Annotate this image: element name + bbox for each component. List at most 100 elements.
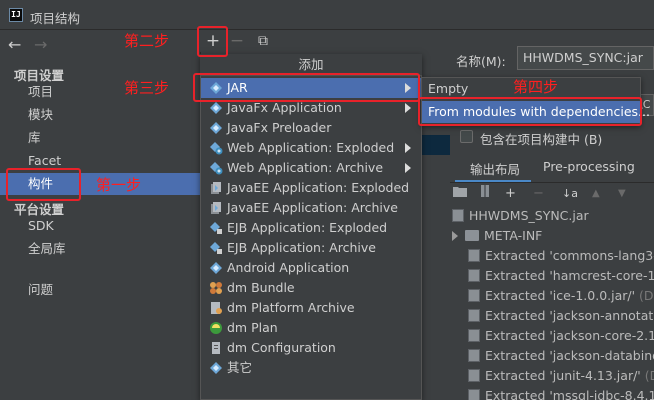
remove-button[interactable]: − (226, 30, 248, 52)
jar-icon (468, 289, 480, 302)
menu-item-label: EJB Application: Archive (227, 240, 376, 255)
dm-plan-icon (210, 322, 222, 334)
annotation-box-step3 (193, 73, 420, 102)
menu-item-label: dm Plan (227, 320, 278, 335)
forward-arrow-icon[interactable]: → (34, 35, 47, 54)
tree-item-extracted[interactable]: Extracted 'ice-1.0.0.jar/' (D:/M (468, 286, 654, 306)
submenu-arrow-icon (405, 103, 411, 113)
dm-config-icon (212, 342, 220, 354)
menu-item-ejb-archive[interactable]: EJB Application: Archive (201, 238, 421, 258)
annotation-step3: 第三步 (124, 79, 170, 97)
folder-icon (465, 230, 479, 241)
tree-item-meta-inf[interactable]: META-INF (452, 226, 542, 246)
include-in-build-label: 包含在项目构建中 (B) (480, 132, 603, 147)
menu-item-label: 其它 (227, 360, 253, 375)
sidebar-item-modules[interactable]: 模块 (0, 104, 200, 126)
sort-icon[interactable]: ↓a (562, 184, 578, 204)
menu-item-other[interactable]: 其它 (201, 358, 421, 378)
sidebar-item-project[interactable]: 项目 (0, 81, 200, 103)
jar-icon (468, 349, 480, 362)
tree-item-extracted[interactable]: Extracted 'jackson-databind- (468, 346, 654, 366)
copy-icon[interactable]: ⧉ (252, 30, 274, 52)
remove-element-button[interactable]: − (533, 184, 544, 204)
web-app-icon (210, 142, 223, 155)
menu-item-label: JavaEE Application: Exploded (227, 180, 410, 195)
menu-item-label: EJB Application: Exploded (227, 220, 388, 235)
window-title: 项目结构 (30, 11, 81, 26)
menu-item-label: Web Application: Archive (227, 160, 384, 175)
menu-item-web-exploded[interactable]: Web Application: Exploded (201, 138, 421, 158)
include-in-build-checkbox[interactable] (460, 130, 473, 143)
web-app-icon (210, 162, 223, 175)
menu-item-label: dm Bundle (227, 280, 295, 295)
folder-add-icon[interactable] (453, 184, 467, 204)
name-input[interactable]: HHWDMS_SYNC:jar (517, 46, 654, 70)
menu-item-javaee-exploded[interactable]: JavaEE Application: Exploded (201, 178, 421, 198)
annotation-box-step4 (418, 97, 642, 126)
move-down-icon[interactable]: ▼ (618, 184, 626, 204)
menu-item-label: Android Application (227, 260, 350, 275)
expand-arrow-icon[interactable] (452, 231, 458, 241)
menu-item-android-application[interactable]: Android Application (201, 258, 421, 278)
archive-icon[interactable] (480, 184, 490, 204)
dm-bundle-icon (210, 282, 222, 294)
javaee-icon (211, 202, 221, 214)
menu-item-javaee-archive[interactable]: JavaEE Application: Archive (201, 198, 421, 218)
tab-divider (450, 182, 654, 183)
dm-archive-icon (211, 302, 222, 314)
tree-item-extracted[interactable]: Extracted 'hamcrest-core-1.3 (468, 266, 654, 286)
add-element-button[interactable]: + (505, 184, 516, 204)
javafx-icon (210, 102, 222, 114)
menu-item-label: dm Configuration (227, 340, 336, 355)
menu-item-label: JavaFx Application (227, 100, 342, 115)
menu-item-web-archive[interactable]: Web Application: Archive (201, 158, 421, 178)
javaee-icon (211, 182, 221, 194)
tree-item-extracted[interactable]: Extracted 'jackson-annotatio (468, 306, 654, 326)
tab-pre-processing[interactable]: Pre-processing (543, 159, 635, 174)
tree-item-extracted[interactable]: Extracted 'commons-lang3-3 (468, 246, 654, 266)
tree-item-jar-root[interactable]: HHWDMS_SYNC.jar (452, 206, 589, 226)
menu-item-dm-platform-archive[interactable]: dm Platform Archive (201, 298, 421, 318)
jar-icon (468, 249, 480, 262)
menu-item-label: Web Application: Exploded (227, 140, 395, 155)
jar-icon (468, 309, 480, 322)
submenu-arrow-icon (405, 163, 411, 173)
tab-output-layout[interactable]: 输出布局 (470, 159, 520, 178)
menu-item-dm-configuration[interactable]: dm Configuration (201, 338, 421, 358)
sidebar-item-libraries[interactable]: 库 (0, 127, 200, 149)
ejb-icon (210, 242, 222, 254)
submenu-arrow-icon (405, 143, 411, 153)
move-up-icon[interactable]: ▲ (592, 184, 600, 204)
menu-item-label: JavaEE Application: Archive (227, 200, 398, 215)
sidebar-item-global-libraries[interactable]: 全局库 (0, 238, 200, 260)
annotation-box-step2 (197, 26, 228, 57)
intellij-logo-icon: IJ (9, 8, 23, 22)
jar-icon (452, 209, 464, 222)
title-bar: IJ 项目结构 (0, 0, 654, 30)
artifacts-toolbar: + − ⧉ (200, 30, 450, 52)
tree-item-extracted[interactable]: Extracted 'mssql-jdbc-8.4.1.jr (468, 386, 654, 400)
android-icon (210, 262, 222, 274)
ejb-icon (210, 222, 222, 234)
sidebar-item-problems[interactable]: 问题 (0, 279, 200, 301)
menu-item-dm-plan[interactable]: dm Plan (201, 318, 421, 338)
menu-item-javafx-preloader[interactable]: JavaFx Preloader (201, 118, 421, 138)
menu-item-ejb-exploded[interactable]: EJB Application: Exploded (201, 218, 421, 238)
annotation-step4: 第四步 (513, 78, 559, 96)
annotation-step2: 第二步 (124, 32, 170, 50)
back-arrow-icon[interactable]: ← (8, 35, 21, 54)
menu-item-label: JavaFx Preloader (227, 120, 332, 135)
annotation-step1: 第一步 (96, 176, 142, 194)
name-label: 名称(M): (456, 54, 506, 69)
jar-icon (468, 269, 480, 282)
sidebar-item-sdk[interactable]: SDK (0, 215, 200, 237)
jar-icon (468, 389, 480, 400)
javafx-icon (210, 122, 222, 134)
menu-item-label: dm Platform Archive (227, 300, 355, 315)
jar-icon (468, 329, 480, 342)
jar-icon (468, 369, 480, 382)
menu-item-dm-bundle[interactable]: dm Bundle (201, 278, 421, 298)
other-icon (210, 362, 222, 374)
tree-item-extracted[interactable]: Extracted 'junit-4.13.jar/' (D:/ (468, 366, 654, 386)
tree-item-extracted[interactable]: Extracted 'jackson-core-2.11. (468, 326, 654, 346)
